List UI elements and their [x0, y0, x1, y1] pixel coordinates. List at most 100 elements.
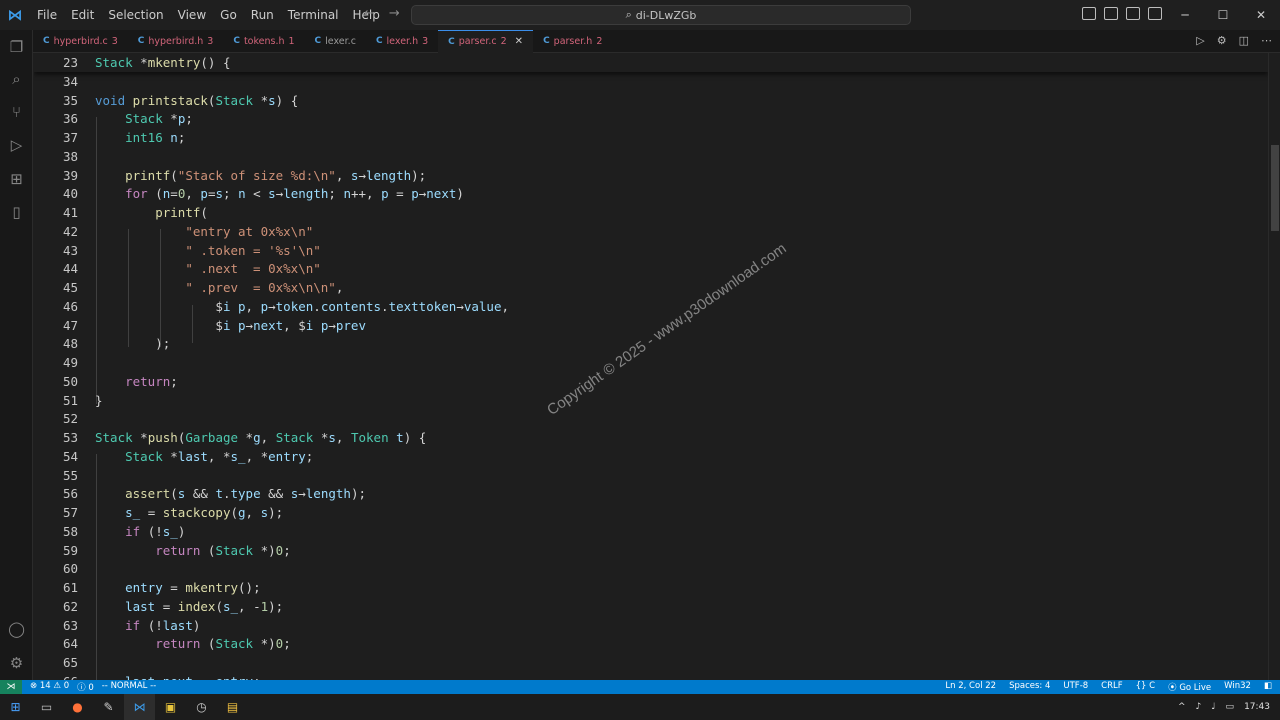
remote-indicator-icon[interactable]: ⋊ — [0, 680, 22, 694]
code-line: 52 — [34, 409, 1268, 428]
scrollbar-thumb[interactable] — [1271, 145, 1279, 231]
line-number: 54 — [62, 448, 78, 464]
menu-file[interactable]: File — [30, 0, 64, 30]
run-debug-icon[interactable]: ▷ — [8, 136, 25, 154]
clock-app-icon[interactable]: ◷ — [186, 694, 217, 720]
line-number: 39 — [62, 167, 78, 183]
line-code: " .next = 0x%x\n" — [185, 261, 321, 277]
vertical-scrollbar[interactable] — [1268, 53, 1280, 680]
firefox-icon[interactable]: ● — [62, 694, 93, 720]
code-line: 39 printf("Stack of size %d:\n", s→lengt… — [34, 166, 1268, 185]
customize-layout-icon[interactable] — [1148, 7, 1162, 20]
info-indicator[interactable]: ⓘ 0 — [77, 681, 94, 693]
line-code: printf( — [155, 205, 208, 220]
code-line: 63 if (!last) — [34, 616, 1268, 635]
tab-parser-h[interactable]: Cparser.h 2 — [533, 30, 612, 53]
line-number: 47 — [62, 317, 78, 333]
network-icon[interactable]: ▭ — [1226, 702, 1235, 712]
code-editor[interactable]: 23 Stack *mkentry() {34 35 void printstack(… — [34, 53, 1268, 680]
chevron-up-icon[interactable]: ^ — [1178, 702, 1186, 712]
clock[interactable]: 17:43 — [1244, 702, 1270, 712]
explorer-icon[interactable]: ❐ — [8, 38, 25, 56]
file-explorer-icon[interactable]: ▤ — [217, 694, 248, 720]
tab-lexer-c[interactable]: Clexer.c — [305, 30, 366, 53]
c-file-icon: C — [314, 36, 322, 46]
vscode-taskbar-icon[interactable]: ⋈ — [124, 694, 155, 720]
folder-icon[interactable]: ▣ — [155, 694, 186, 720]
minimize-icon[interactable]: ─ — [1166, 0, 1204, 30]
tab-problem-badge: 3 — [422, 35, 429, 47]
source-control-icon[interactable]: ⑂ — [8, 103, 25, 121]
line-number: 35 — [62, 92, 78, 108]
line-ending[interactable]: CRLF — [1101, 681, 1122, 693]
account-icon[interactable]: ◯ — [8, 620, 25, 638]
tab-lexer-h[interactable]: Clexer.h 3 — [366, 30, 438, 53]
code-line: 40 for (n=0, p=s; n < s→length; n++, p =… — [34, 184, 1268, 203]
menu-view[interactable]: View — [171, 0, 213, 30]
menu-edit[interactable]: Edit — [64, 0, 101, 30]
search-text: di-DLwZGb — [635, 8, 697, 22]
windows-start-icon[interactable]: ⊞ — [0, 694, 31, 720]
maximize-icon[interactable]: ☐ — [1204, 0, 1242, 30]
code-line: 65 — [34, 653, 1268, 672]
tab-problem-badge: 3 — [207, 35, 214, 47]
close-window-icon[interactable]: ✕ — [1242, 0, 1280, 30]
microphone-icon[interactable]: ♩ — [1211, 702, 1215, 712]
code-line: 51} — [34, 391, 1268, 410]
tab-label: parser.c — [458, 36, 497, 47]
menu-terminal[interactable]: Terminal — [281, 0, 346, 30]
tab-parser-c[interactable]: Cparser.c 2 ✕ — [438, 29, 534, 53]
activity-bar: ❐ ⌕ ⑂ ▷ ⊞ ▯ ◯ ⚙ — [0, 30, 33, 680]
settings-gear-icon[interactable]: ⚙ — [8, 654, 25, 672]
notifications-icon[interactable]: ◧ — [1264, 681, 1272, 693]
close-tab-icon[interactable]: ✕ — [515, 36, 523, 47]
line-code: int16 n; — [125, 130, 186, 145]
title-bar: ⋈ File Edit Selection View Go Run Termin… — [0, 0, 1280, 30]
platform[interactable]: Win32 — [1224, 681, 1251, 693]
line-code: " .prev = 0x%x\n\n", — [185, 280, 344, 295]
language-mode[interactable]: {} C — [1136, 681, 1155, 693]
code-line: 41 printf( — [34, 203, 1268, 222]
line-number: 65 — [62, 655, 78, 670]
cursor-position[interactable]: Ln 2, Col 22 — [945, 681, 996, 693]
line-number: 51 — [62, 392, 78, 408]
app-icon[interactable]: ✎ — [93, 694, 124, 720]
line-code: Stack *mkentry() { — [95, 55, 231, 70]
tab-label: parser.h — [553, 35, 593, 47]
bookmark-icon[interactable]: ▯ — [8, 203, 25, 221]
menu-go[interactable]: Go — [213, 0, 244, 30]
toggle-primary-sidebar-icon[interactable] — [1082, 7, 1096, 20]
tab-hyperbird-h[interactable]: Chyperbird.h 3 — [128, 30, 224, 53]
line-number: 62 — [62, 598, 78, 614]
toggle-secondary-sidebar-icon[interactable] — [1126, 7, 1140, 20]
code-line: 35 void printstack(Stack *s) { — [34, 91, 1268, 110]
run-icon[interactable]: ▷ — [1196, 34, 1204, 47]
tab-tokens-h[interactable]: Ctokens.h 1 — [223, 30, 304, 53]
line-code: printf("Stack of size %d:\n", s→length); — [125, 167, 427, 183]
indentation[interactable]: Spaces: 4 — [1009, 681, 1050, 693]
split-editor-icon[interactable]: ◫ — [1239, 34, 1249, 47]
forward-arrow-icon[interactable]: → — [389, 6, 400, 21]
menu-selection[interactable]: Selection — [101, 0, 170, 30]
settings-icon[interactable]: ⚙ — [1217, 34, 1227, 47]
line-code: return; — [125, 373, 178, 389]
code-line: 66 last→next = entry; — [34, 672, 1268, 680]
taskview-icon[interactable]: ▭ — [31, 694, 62, 720]
search-view-icon[interactable]: ⌕ — [8, 70, 25, 88]
go-live-button[interactable]: ⦿ Go Live — [1168, 681, 1211, 693]
encoding[interactable]: UTF-8 — [1063, 681, 1088, 693]
speaker-icon[interactable]: ♪ — [1196, 702, 1202, 712]
menu-run[interactable]: Run — [244, 0, 281, 30]
back-arrow-icon[interactable]: ← — [364, 6, 375, 21]
line-number: 50 — [62, 373, 78, 389]
line-code: assert(s && t.type && s→length); — [125, 486, 366, 502]
command-center-search[interactable]: ⌕ di-DLwZGb — [411, 5, 911, 25]
extensions-icon[interactable]: ⊞ — [8, 170, 25, 188]
tab-hyperbird-c[interactable]: Chyperbird.c 3 — [33, 30, 128, 53]
toggle-panel-icon[interactable] — [1104, 7, 1118, 20]
line-number: 59 — [62, 542, 78, 558]
more-actions-icon[interactable]: ⋯ — [1261, 34, 1272, 47]
tab-label: tokens.h — [243, 35, 285, 47]
status-bar: ⋊ ⊗ 14 ⚠ 0 ⓘ 0 -- NORMAL -- Ln 2, Col 22… — [0, 680, 1280, 694]
problems-indicator[interactable]: ⊗ 14 ⚠ 0 — [30, 681, 69, 693]
